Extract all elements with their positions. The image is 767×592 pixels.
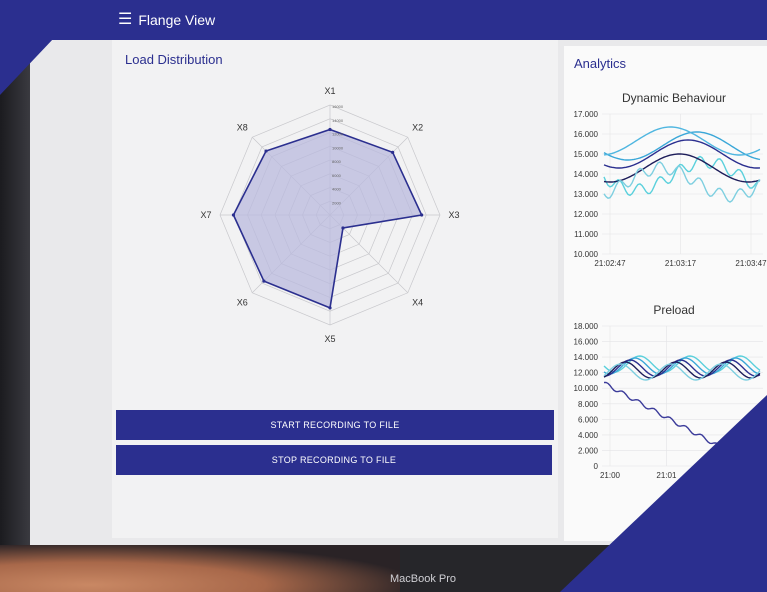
radar-point (264, 149, 268, 153)
y-tick-label: 13.000 (574, 190, 599, 199)
y-tick-label: 18.000 (574, 322, 599, 331)
radar-axis-label: X7 (200, 210, 211, 220)
app-title: Flange View (138, 12, 216, 28)
radar-point (328, 306, 332, 310)
radar-point (231, 213, 236, 217)
radar-ring-label: 8000 (332, 159, 342, 164)
radar-ring-label: 14000 (332, 118, 344, 123)
load-distribution-panel: Load Distribution X1 X2 X3 X4 X5 X6 X7 X8 16000 1… (112, 40, 558, 538)
preload-decay-line (603, 381, 761, 471)
hamburger-menu-icon[interactable]: ☰ (118, 12, 132, 28)
y-tick-label: 8.000 (578, 400, 599, 409)
y-tick-label: 17.000 (574, 110, 599, 119)
x-tick-label: 21:02:47 (594, 259, 626, 268)
radar-axis-label: X2 (412, 122, 423, 132)
photo-scene: ☰ Flange View Load Distribution X1 X2 X3 X4… (0, 0, 767, 592)
radar-ring-label: 10000 (332, 145, 344, 150)
radar-ring-label: 2000 (332, 200, 342, 205)
x-tick-label: 21:03:47 (735, 259, 767, 268)
stop-recording-button[interactable]: STOP RECORDING TO FILE (116, 445, 552, 475)
dynamic-series-line (603, 153, 761, 183)
preload-series-line (603, 363, 761, 381)
radar-point (262, 279, 266, 283)
radar-axis-label: X4 (412, 298, 423, 308)
dynamic-behaviour-chart: Dynamic Behaviour 17.000 16.000 15.000 14.00… (574, 91, 767, 268)
radar-ring-label: 4000 (332, 187, 342, 192)
start-recording-button[interactable]: START RECORDING TO FILE (116, 410, 554, 440)
radar-point (391, 150, 395, 154)
radar-axis-label: X6 (237, 298, 248, 308)
macbook-label: MacBook Pro (390, 573, 457, 585)
radar-ring-label: 12000 (332, 132, 344, 137)
radar-point (341, 226, 345, 230)
radar-axis-label: X3 (448, 210, 459, 220)
y-tick-label: 10.000 (574, 384, 599, 393)
y-tick-label: 4.000 (578, 431, 599, 440)
chart-title: Preload (653, 303, 694, 317)
radar-ring-label: 16000 (332, 104, 344, 109)
app-screen: ☰ Flange View Load Distribution X1 X2 X3 X4… (0, 0, 767, 545)
radar-series-area (232, 128, 423, 310)
y-tick-label: 16.000 (574, 338, 599, 347)
x-tick-label: 21:00 (600, 471, 621, 480)
laptop-bezel (0, 0, 30, 592)
y-tick-label: 6.000 (578, 415, 599, 424)
hand-foreground (0, 545, 400, 592)
preload-chart: Preload 18.000 16.000 14.000 12.000 10.000 8.0… (574, 303, 763, 480)
y-tick-label: 15.000 (574, 150, 599, 159)
analytics-title: Analytics (574, 56, 627, 71)
radar-axis-label: X5 (324, 334, 335, 344)
y-tick-label: 10.000 (574, 250, 599, 259)
y-tick-label: 0 (594, 462, 599, 471)
analytics-panel: Analytics Dynamic Behaviour 17.000 16.000 1… (564, 46, 767, 541)
x-tick-label: 21:03:17 (665, 259, 697, 268)
y-tick-label: 2.000 (578, 446, 599, 455)
radar-axis-label: X1 (324, 86, 335, 96)
x-tick-label: 21:01 (656, 471, 677, 480)
radar-axis-label: X8 (237, 122, 248, 132)
chart-title: Dynamic Behaviour (622, 91, 726, 105)
radar-chart: X1 X2 X3 X4 X5 X6 X7 X8 16000 14000 12000 10000 8000… (200, 86, 459, 344)
y-tick-label: 14.000 (574, 170, 599, 179)
top-app-bar: ☰ Flange View (0, 0, 767, 40)
radar-ring-label: 6000 (332, 173, 342, 178)
y-tick-label: 11.000 (574, 230, 598, 239)
y-tick-label: 16.000 (574, 130, 599, 139)
y-tick-label: 14.000 (574, 353, 599, 362)
radar-point (420, 213, 424, 217)
y-tick-label: 12.000 (574, 369, 599, 378)
dynamic-series-line (603, 161, 761, 203)
y-tick-label: 12.000 (574, 210, 599, 219)
